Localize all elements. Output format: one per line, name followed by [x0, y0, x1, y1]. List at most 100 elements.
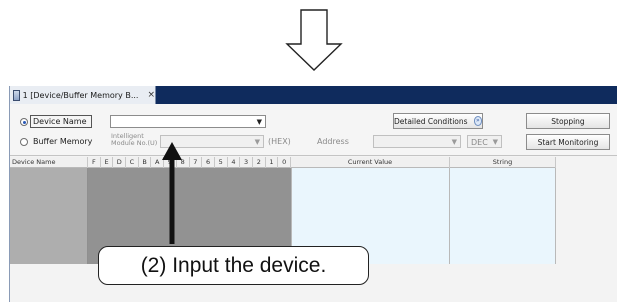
- string-cell[interactable]: [450, 176, 556, 184]
- string-cell[interactable]: [450, 240, 556, 248]
- device-name-cell[interactable]: [10, 216, 88, 224]
- monitor-grid-header: Device Name FEDCBA9876543210 Current Val…: [10, 157, 556, 168]
- bit-header-7: 7: [190, 157, 203, 168]
- table-row: [10, 216, 556, 224]
- current-value-cell[interactable]: [291, 176, 450, 184]
- buffer-memory-label: Buffer Memory: [33, 137, 93, 146]
- string-cell[interactable]: [450, 248, 556, 256]
- bit-header-4: 4: [228, 157, 241, 168]
- device-name-cell[interactable]: [10, 240, 88, 248]
- string-cell[interactable]: [450, 192, 556, 200]
- detailed-conditions-button[interactable]: Detailed Conditions »: [393, 113, 483, 129]
- device-name-cell[interactable]: [10, 248, 88, 256]
- device-name-cell[interactable]: [10, 192, 88, 200]
- bit-header-0: 0: [278, 157, 291, 168]
- device-name-combo[interactable]: ▼: [110, 115, 266, 128]
- device-name-cell[interactable]: [10, 184, 88, 192]
- pointer-arrow-icon: [162, 142, 182, 244]
- table-row: [10, 176, 556, 184]
- bit-cells: [88, 184, 291, 192]
- device-name-radio[interactable]: [20, 118, 28, 126]
- start-monitoring-button[interactable]: Start Monitoring: [526, 134, 610, 150]
- monitor-window-icon: [13, 89, 20, 101]
- device-name-cell[interactable]: [10, 232, 88, 240]
- device-name-cell[interactable]: [10, 208, 88, 216]
- device-name-cell[interactable]: [10, 224, 88, 232]
- expand-chevron-icon: »: [473, 116, 482, 126]
- table-row: [10, 192, 556, 200]
- intelligent-module-label-line2: Module No.(U): [111, 139, 158, 147]
- bit-cells: [88, 168, 291, 176]
- bit-header-e: E: [101, 157, 114, 168]
- current-value-column-header: Current Value: [291, 157, 450, 168]
- callout-text: (2) Input the device.: [140, 253, 327, 277]
- table-row: [10, 200, 556, 208]
- bit-header-c: C: [126, 157, 139, 168]
- detailed-conditions-label: Detailed Conditions: [394, 116, 468, 126]
- hex-label: (HEX): [268, 137, 291, 146]
- bit-cells: [88, 216, 291, 224]
- string-cell[interactable]: [450, 208, 556, 216]
- device-name-cell[interactable]: [10, 256, 88, 264]
- string-cell[interactable]: [450, 184, 556, 192]
- bit-header-d: D: [113, 157, 127, 168]
- table-row: [10, 168, 556, 176]
- monitor-toolbar: Device Name ▼ Buffer Memory Intelligent …: [10, 104, 617, 156]
- address-combo[interactable]: ▼: [373, 135, 461, 148]
- device-name-cell[interactable]: [10, 168, 88, 176]
- bit-cells: [88, 232, 291, 240]
- current-value-cell[interactable]: [291, 232, 450, 240]
- table-row: [10, 184, 556, 192]
- dropdown-arrow-icon: ▼: [451, 138, 457, 146]
- current-value-cell[interactable]: [291, 200, 450, 208]
- device-name-label: Device Name: [33, 117, 87, 126]
- start-monitoring-label: Start Monitoring: [537, 137, 599, 147]
- dropdown-arrow-icon: ▼: [492, 138, 498, 146]
- string-cell[interactable]: [450, 256, 556, 264]
- bit-header-5: 5: [215, 157, 228, 168]
- dropdown-arrow-icon: ▼: [254, 138, 260, 146]
- device-name-cell[interactable]: [10, 176, 88, 184]
- string-cell[interactable]: [450, 216, 556, 224]
- bit-header-3: 3: [240, 157, 253, 168]
- dropdown-arrow-icon: ▼: [256, 118, 262, 126]
- stopping-label: Stopping: [551, 116, 585, 126]
- table-row: [10, 224, 556, 232]
- string-cell[interactable]: [450, 224, 556, 232]
- stopping-button[interactable]: Stopping: [526, 113, 610, 129]
- device-name-cell[interactable]: [10, 200, 88, 208]
- bit-header-f: F: [88, 157, 101, 168]
- table-row: [10, 208, 556, 216]
- buffer-memory-radio[interactable]: [20, 138, 28, 146]
- instruction-callout: (2) Input the device.: [98, 246, 369, 285]
- address-format-value: DEC: [471, 138, 488, 147]
- bit-header-2: 2: [253, 157, 266, 168]
- current-value-cell[interactable]: [291, 208, 450, 216]
- tab-bar: 1 [Device/Buffer Memory B... ×: [10, 86, 617, 104]
- tab-close-icon[interactable]: ×: [147, 90, 155, 100]
- tab-label: 1 [Device/Buffer Memory B...: [22, 90, 139, 100]
- string-cell[interactable]: [450, 200, 556, 208]
- current-value-cell[interactable]: [291, 192, 450, 200]
- current-value-cell[interactable]: [291, 168, 450, 176]
- string-cell[interactable]: [450, 168, 556, 176]
- bit-cells: [88, 192, 291, 200]
- bit-cells: [88, 208, 291, 216]
- tab-device-buffer-memory[interactable]: 1 [Device/Buffer Memory B... ×: [10, 86, 156, 104]
- current-value-cell[interactable]: [291, 224, 450, 232]
- address-label: Address: [317, 137, 349, 146]
- current-value-cell[interactable]: [291, 216, 450, 224]
- bit-header-1: 1: [266, 157, 279, 168]
- device-name-column-header: Device Name: [10, 157, 88, 168]
- bit-cells: [88, 176, 291, 184]
- bit-cells: [88, 200, 291, 208]
- current-value-cell[interactable]: [291, 184, 450, 192]
- string-column-header: String: [450, 157, 556, 168]
- address-format-combo[interactable]: DEC ▼: [467, 135, 502, 148]
- string-cell[interactable]: [450, 232, 556, 240]
- bit-header-6: 6: [202, 157, 215, 168]
- down-arrow-icon: [285, 9, 343, 71]
- bit-header-b: B: [139, 157, 152, 168]
- table-row: [10, 232, 556, 240]
- bit-cells: [88, 224, 291, 232]
